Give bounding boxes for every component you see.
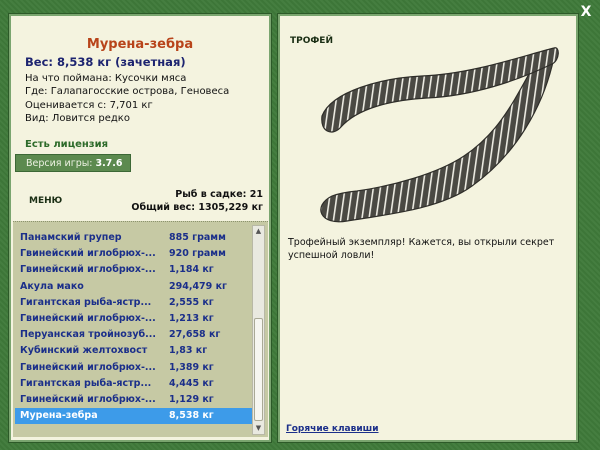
catch-item-weight: 920 грамм <box>169 248 226 260</box>
fish-bait: На что поймана: Кусочки мяса <box>25 73 187 84</box>
catch-list-rows: Панамский групер 885 грамм Гвинейский игло… <box>15 230 253 425</box>
catch-list-item[interactable]: Гвинейский иглобрюх-... 920 грамм <box>15 246 253 262</box>
fish-kind: Вид: Ловится редко <box>25 112 130 124</box>
catch-list-item[interactable]: Мурена-зебра 8,538 кг <box>15 408 253 425</box>
catch-list-item[interactable]: Гвинейский иглобрюх-... 1,184 кг <box>15 262 253 278</box>
fish-location: Где: Галапагосские острова, Геновеса <box>25 86 230 98</box>
version-label: Версия игры: <box>26 158 93 169</box>
catch-item-weight: 2,555 кг <box>169 296 214 308</box>
catch-item-weight: 1,213 кг <box>169 312 214 324</box>
catch-item-name: Перуанская тройнозуб... <box>20 329 157 341</box>
catch-item-weight: 1,184 кг <box>169 264 214 276</box>
catch-list-item[interactable]: Гвинейский иглобрюх-... 1,213 кг <box>15 311 253 327</box>
trophy-label: ТРОФЕЙ <box>290 36 333 46</box>
catch-item-weight: 885 грамм <box>169 232 226 243</box>
catch-item-name: Гвинейский иглобрюх-... <box>20 361 156 373</box>
catch-item-name: Панамский групер <box>20 232 122 243</box>
fish-weight: Вес: 8,538 кг (зачетная) <box>25 55 186 69</box>
hotkeys-link[interactable]: Горячие клавиши <box>286 424 379 434</box>
catch-total-weight: Общий вес: 1305,229 кг <box>131 201 263 213</box>
catch-item-name: Гвинейский иглобрюх-... <box>20 312 156 324</box>
catch-list-item[interactable]: Гвинейский иглобрюх-... 1,389 кг <box>15 360 253 376</box>
fish-info-panel: Мурена-зебра Вес: 8,538 кг (зачетная) На… <box>9 14 271 442</box>
catch-item-name: Гвинейский иглобрюх-... <box>20 393 156 405</box>
fish-details: На что поймана: Кусочки мяса Где: Галапа… <box>25 72 229 125</box>
catch-item-name: Гвинейский иглобрюх-... <box>20 248 156 260</box>
catch-item-weight: 8,538 кг <box>169 410 214 422</box>
menu-button[interactable]: МЕНЮ <box>29 196 62 206</box>
trophy-message: Трофейный экземпляр! Кажется, вы открыли… <box>288 237 555 261</box>
catch-list-item[interactable]: Гвинейский иглобрюх-... 1,129 кг <box>15 392 253 408</box>
version-box: Версия игры: 3.7.6 <box>15 154 131 172</box>
fish-title: Мурена-зебра <box>86 37 194 52</box>
catch-item-weight: 4,445 кг <box>169 377 214 389</box>
catch-item-name: Гигантская рыба-ястр... <box>20 296 152 308</box>
catch-stats: Рыб в садке: 21 Общий вес: 1305,229 кг <box>131 189 263 214</box>
catch-item-name: Мурена-зебра <box>20 410 98 422</box>
catch-list-item[interactable]: Перуанская тройнозуб... 27,658 кг <box>15 327 253 343</box>
close-button[interactable]: X <box>578 4 594 20</box>
license-status: Есть лицензия <box>25 139 109 150</box>
catch-list: Панамский групер 885 грамм Гвинейский игло… <box>13 221 268 437</box>
catch-item-weight: 1,83 кг <box>169 345 208 357</box>
catch-item-name: Акула мако <box>20 280 84 292</box>
zebra-moray-image <box>320 47 559 223</box>
catch-list-item[interactable]: Гигантская рыба-ястр... 2,555 кг <box>15 295 253 311</box>
catch-list-item[interactable]: Акула мако 294,479 кг <box>15 279 253 295</box>
version-number: 3.7.6 <box>95 158 123 169</box>
catch-list-scrollbar[interactable]: ▲ ▼ <box>252 225 265 435</box>
scroll-down-arrow-icon[interactable]: ▼ <box>253 423 264 434</box>
trophy-panel: ТРОФЕЙ Трофейный экземпляр! Кажется, вы … <box>278 14 578 442</box>
catch-count: Рыб в садке: 21 <box>175 189 263 200</box>
catch-item-name: Гвинейский иглобрюх-... <box>20 264 156 276</box>
catch-list-item[interactable]: Гигантская рыба-ястр... 4,445 кг <box>15 376 253 392</box>
catch-list-item[interactable]: Панамский групер 885 грамм <box>15 230 253 246</box>
scroll-thumb[interactable] <box>254 318 263 421</box>
catch-item-weight: 1,129 кг <box>169 393 214 405</box>
catch-item-weight: 294,479 кг <box>169 280 227 292</box>
scroll-up-arrow-icon[interactable]: ▲ <box>253 226 264 237</box>
catch-item-name: Кубинский желтохвост <box>20 345 148 357</box>
catch-list-item[interactable]: Кубинский желтохвост 1,83 кг <box>15 343 253 359</box>
catch-item-name: Гигантская рыба-ястр... <box>20 377 152 389</box>
catch-item-weight: 27,658 кг <box>169 329 221 341</box>
catch-item-weight: 1,389 кг <box>169 361 214 373</box>
fish-value: Оценивается с: 7,701 кг <box>25 99 153 111</box>
